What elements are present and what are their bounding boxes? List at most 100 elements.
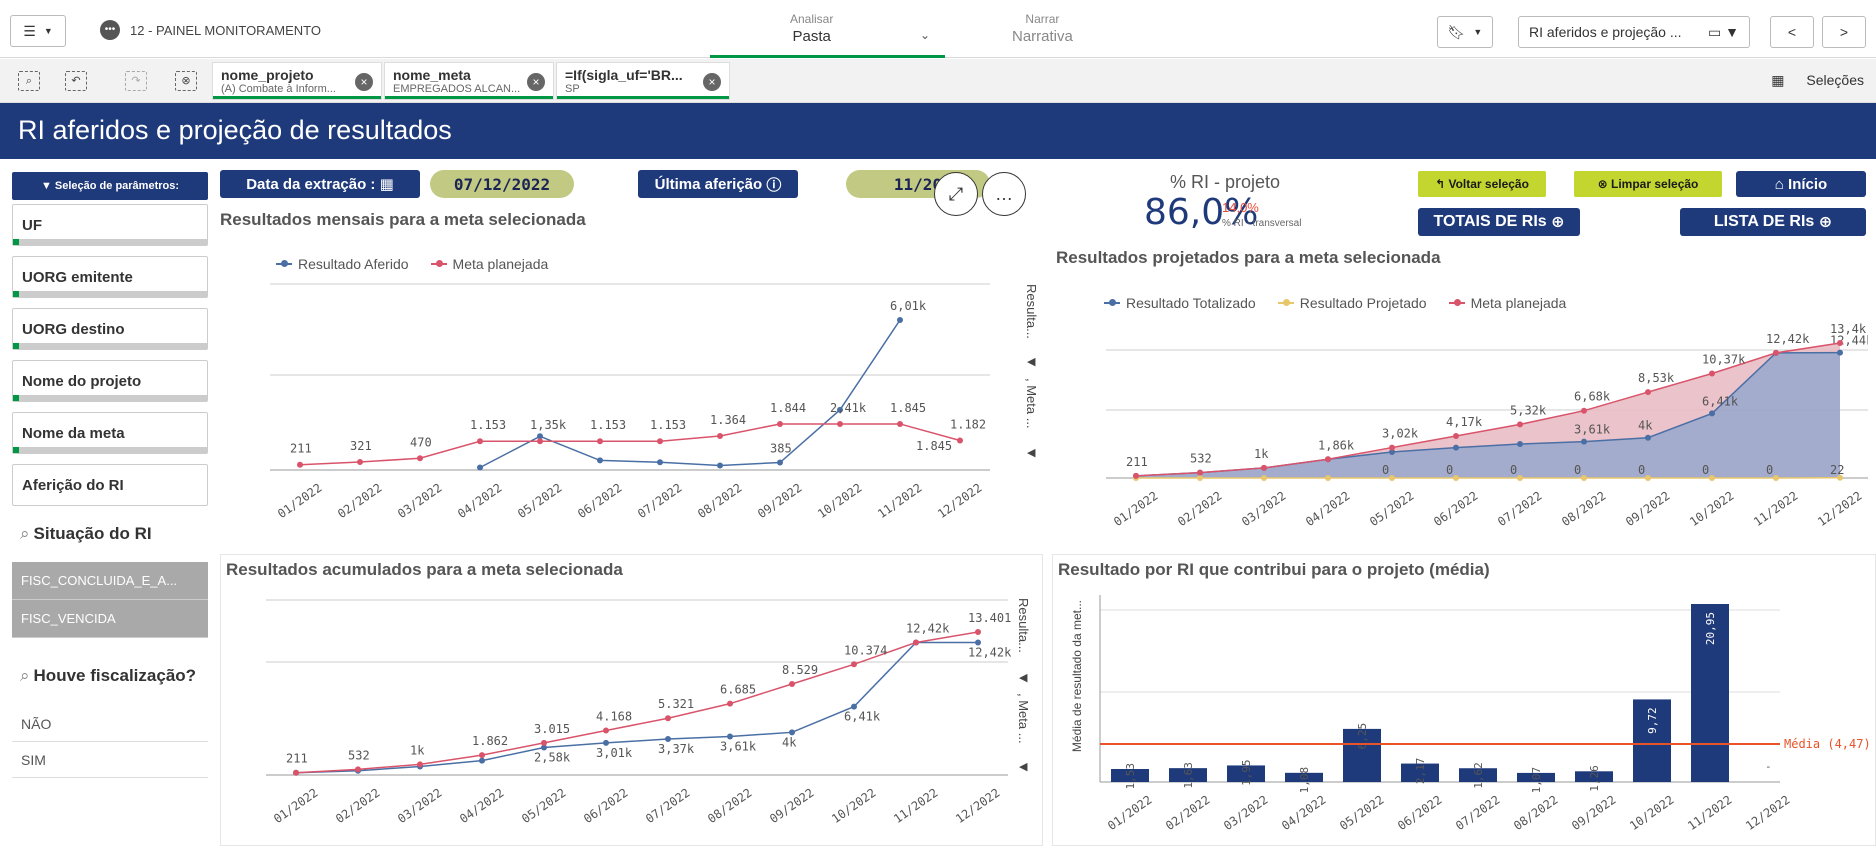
selections-button[interactable]: ▦ Seleções — [1771, 72, 1864, 89]
data-label: 4,17k — [1446, 415, 1483, 429]
x-tick-label: 03/2022 — [1221, 793, 1270, 833]
sheet-selector[interactable]: RI aferidos e projeção ... ▭ ▼ — [1518, 16, 1750, 48]
filter-uf[interactable]: UF — [12, 204, 208, 246]
previous-sheet-button[interactable]: < — [1770, 16, 1814, 48]
expand-icon[interactable]: ⤢ — [934, 172, 978, 216]
data-label: 1,86k — [1318, 438, 1355, 452]
data-point — [1517, 475, 1523, 481]
acum-scroll-left-icon[interactable]: ◀ — [1019, 671, 1027, 684]
chevron-down-icon: ▼ — [1473, 27, 1483, 37]
data-label: 0 — [1766, 463, 1773, 477]
fiscalizacao-header[interactable]: ⌕ Houve fiscalização? — [20, 666, 196, 686]
data-label: 8.529 — [782, 663, 818, 677]
x-tick-label: 12/2022 — [1815, 489, 1864, 529]
totais-button[interactable]: TOTAIS DE RIs ⊕ — [1418, 208, 1580, 236]
data-label: 4.168 — [596, 710, 632, 724]
x-tick-label: 12/2022 — [953, 786, 1002, 826]
selection-chip-projeto[interactable]: nome_projeto (A) Combate à Inform... × — [212, 62, 382, 100]
bookmark-button[interactable]: 🔖︎ ▼ — [1437, 16, 1493, 48]
top-toolbar: ☰ ▼ ••• 12 - PAINEL MONITORAMENTO Analis… — [0, 0, 1876, 58]
data-point — [1645, 434, 1651, 441]
data-point — [1133, 472, 1139, 479]
next-sheet-button[interactable]: > — [1822, 16, 1866, 48]
legend-item: Resultado Aferido — [276, 256, 409, 272]
data-point — [1261, 464, 1267, 471]
data-label: 6,41k — [1702, 394, 1739, 408]
x-tick-label: 08/2022 — [1511, 793, 1560, 833]
filter-nome-projeto[interactable]: Nome do projeto — [12, 360, 208, 402]
monthly-scroll-left-icon[interactable]: ◀ — [1027, 446, 1035, 459]
param-selection-button[interactable]: ▼ Seleção de parâmetros: — [12, 172, 208, 200]
voltar-selecao-button[interactable]: ↰ Voltar seleção — [1418, 171, 1546, 197]
data-label: 1.862 — [472, 734, 508, 748]
data-point — [603, 727, 609, 734]
x-tick-label: 02/2022 — [335, 481, 384, 521]
limpar-selecao-button[interactable]: ⊗ Limpar seleção — [1574, 171, 1722, 197]
x-tick-label: 01/2022 — [275, 481, 324, 521]
situacao-header[interactable]: ⌕ Situação do RI — [20, 524, 152, 544]
filter-uorg-destino[interactable]: UORG destino — [12, 308, 208, 350]
chart-projected[interactable]: 3,61k4k6,41k12,44k0000000222115321k1,86k… — [1056, 320, 1868, 530]
data-point — [957, 437, 963, 444]
acum-scroll-left-icon[interactable]: ◀ — [1019, 760, 1027, 773]
chart-projected-legend: Resultado Totalizado Resultado Projetado… — [1104, 295, 1566, 311]
list-item-situacao[interactable]: FISC_CONCLUIDA_E_A... — [12, 562, 208, 600]
clear-all-icon[interactable]: ⊗ — [175, 71, 197, 91]
x-tick-label: 11/2022 — [875, 481, 924, 521]
data-label: 211 — [1126, 455, 1148, 469]
main-menu-button[interactable]: ☰ ▼ — [10, 15, 66, 47]
chevron-down-icon[interactable]: ⌄ — [920, 28, 930, 42]
data-label: 0 — [1382, 463, 1389, 477]
x-tick-label: 02/2022 — [1175, 489, 1224, 529]
data-label: 1,26 — [1588, 765, 1601, 792]
legend-label: Meta planejada — [1470, 295, 1567, 311]
chart-cumulative[interactable]: 2,58k 3,01k 3,37k 3,61k 4k 6,41k 12,42k 211 532 1… — [224, 590, 1020, 846]
filter-afericao[interactable]: Aferição do RI — [12, 464, 208, 506]
list-item-fiscalizacao[interactable]: SIM — [12, 742, 208, 778]
app-icon: ••• — [100, 20, 120, 40]
data-label: 1,63 — [1182, 762, 1195, 789]
data-label: 12,42k — [1766, 332, 1810, 346]
filter-nome-meta[interactable]: Nome da meta — [12, 412, 208, 454]
data-label: 211 — [290, 442, 312, 456]
x-tick-label: 08/2022 — [1559, 489, 1608, 529]
x-tick-label: 03/2022 — [395, 481, 444, 521]
fiscalizacao-title: Houve fiscalização? — [33, 666, 197, 685]
filter-uorg-emitente[interactable]: UORG emitente — [12, 256, 208, 298]
data-point — [717, 432, 723, 439]
data-label: 1,53 — [1124, 763, 1137, 790]
data-label: 1.153 — [590, 418, 626, 432]
selection-chip-uf[interactable]: =If(sigla_uf='BR... SP × — [556, 62, 730, 100]
step-back-icon[interactable]: ↶ — [65, 71, 87, 91]
close-icon[interactable]: × — [527, 73, 545, 91]
close-icon[interactable]: × — [355, 73, 373, 91]
data-point — [897, 420, 903, 427]
x-tick-label: 01/2022 — [271, 786, 320, 826]
tab-analisar[interactable]: Analisar Pasta — [790, 12, 833, 45]
lista-button[interactable]: LISTA DE RIs ⊕ — [1680, 208, 1866, 236]
monthly-scroll-left-icon[interactable]: ◀ — [1027, 355, 1035, 368]
x-tick-label: 04/2022 — [1279, 793, 1328, 833]
smart-search-icon[interactable]: ⌕ — [18, 71, 40, 91]
chip-progress — [385, 96, 553, 99]
list-item-fiscalizacao[interactable]: NÃO — [12, 706, 208, 742]
chart-bar[interactable]: 1,53 01/2022 1,63 02/2022 1,95 03/2022 1,0804/… — [1090, 590, 1874, 846]
data-point — [657, 459, 663, 466]
legend-swatch — [1277, 299, 1294, 306]
chart-monthly[interactable]: 385 6,01k 211 321 470 1.153 1,35k 1.153 1.153 1.3… — [220, 280, 1020, 530]
selection-chip-meta[interactable]: nome_meta EMPREGADOS ALCAN... × — [384, 62, 554, 100]
active-tab-indicator — [710, 55, 945, 58]
filter-bar — [13, 343, 207, 349]
tab-narrar[interactable]: Narrar Narrativa — [1012, 12, 1073, 45]
close-icon[interactable]: × — [703, 73, 721, 91]
data-label: 13,4k — [1830, 322, 1867, 336]
data-point — [1517, 441, 1523, 448]
data-label: 1,08 — [1298, 767, 1311, 794]
data-label: 12,42k — [968, 645, 1012, 659]
data-label: 1.182 — [950, 417, 986, 431]
list-item-situacao[interactable]: FISC_VENCIDA — [12, 600, 208, 638]
more-options-icon[interactable]: … — [982, 172, 1026, 216]
data-point — [1453, 432, 1459, 439]
step-forward-icon[interactable]: ↷ — [125, 71, 147, 91]
inicio-button[interactable]: ⌂ Início — [1736, 171, 1866, 197]
